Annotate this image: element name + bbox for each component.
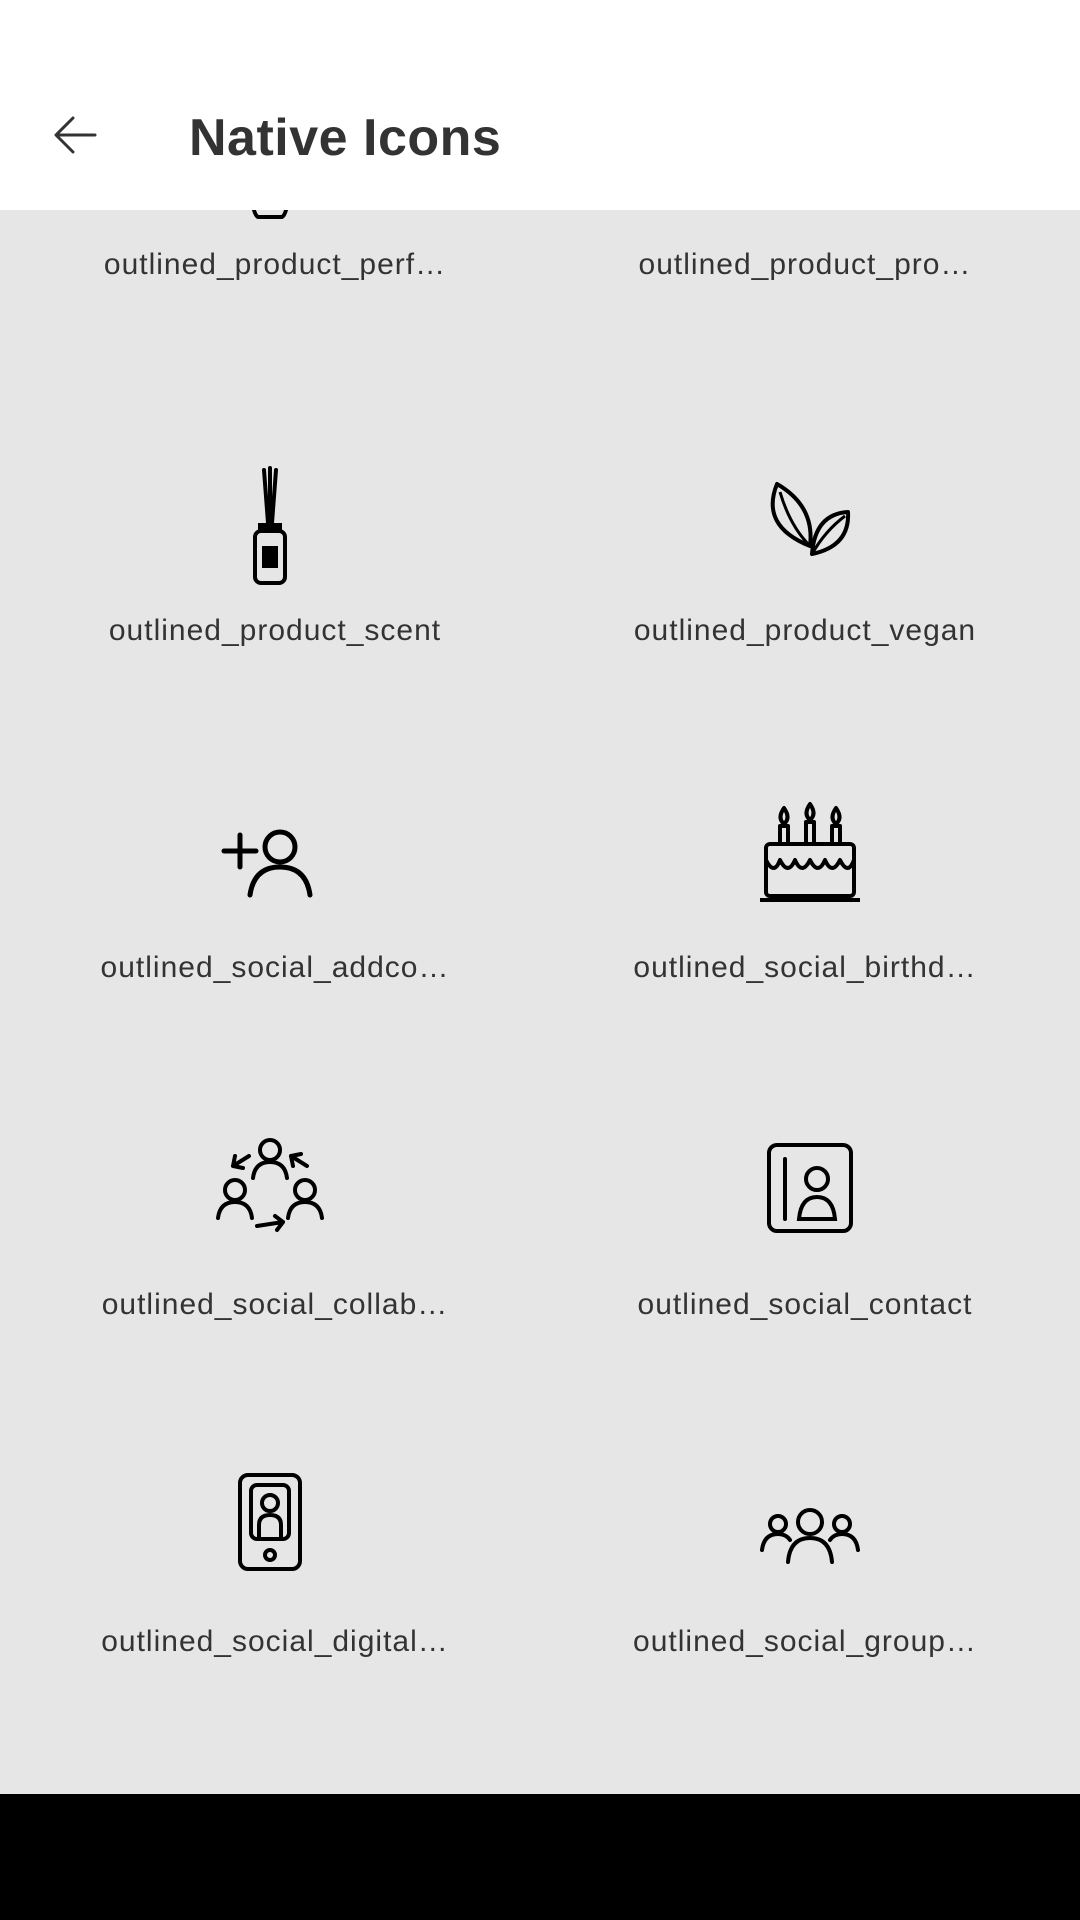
icon-label: outlined_social_collab… [101, 1288, 449, 1321]
app-bar: Native Icons [0, 0, 1080, 210]
icon-tile[interactable]: outlined_social_group… [540, 1423, 1080, 1760]
add-contact-icon [220, 819, 320, 919]
perfume-icon [220, 210, 320, 235]
arrow-left-icon [54, 116, 97, 154]
icon-tile[interactable]: outlined_product_scent [0, 412, 540, 749]
back-button[interactable] [40, 100, 110, 170]
icon-tile[interactable]: outlined_product_vegan [540, 412, 1080, 749]
icon-label: outlined_social_contact [637, 1288, 973, 1321]
icon-tile[interactable]: outlined_social_contact [540, 1086, 1080, 1423]
icon-label: outlined_social_digital… [101, 1625, 449, 1658]
icon-tile[interactable]: outlined_social_collab… [0, 1086, 540, 1423]
icon-label: outlined_product_perf… [103, 248, 447, 281]
icon-tile[interactable]: outlined_product_perf… [0, 210, 540, 412]
icon-tile[interactable]: outlined_product_pro… [540, 210, 1080, 412]
system-navigation-bar [0, 1794, 1080, 1920]
leaves-icon [760, 476, 860, 576]
icon-label: outlined_social_group… [633, 1625, 977, 1658]
icon-tile[interactable]: outlined_social_digital… [0, 1423, 540, 1760]
icon-label: outlined_social_birthd… [633, 951, 977, 984]
group-icon [760, 1488, 860, 1588]
page-title: Native Icons [189, 109, 502, 167]
icon-tile[interactable]: outlined_social_addco… [0, 749, 540, 1086]
collaboration-icon [216, 1138, 324, 1238]
digital-card-phone-icon [220, 1473, 320, 1573]
icon-grid: outlined_product_perf… outlined_product_… [0, 210, 1080, 1794]
icon-label: outlined_product_pro… [638, 248, 972, 281]
icon-tile[interactable]: outlined_social_birthd… [540, 749, 1080, 1086]
contact-card-icon [760, 1138, 860, 1238]
icon-label: outlined_product_vegan [633, 614, 977, 647]
icon-label: outlined_social_addco… [100, 951, 450, 984]
product-icon [760, 210, 860, 235]
icon-label: outlined_product_scent [108, 614, 442, 647]
birthday-cake-icon [760, 802, 860, 904]
scent-diffuser-icon [220, 466, 320, 585]
